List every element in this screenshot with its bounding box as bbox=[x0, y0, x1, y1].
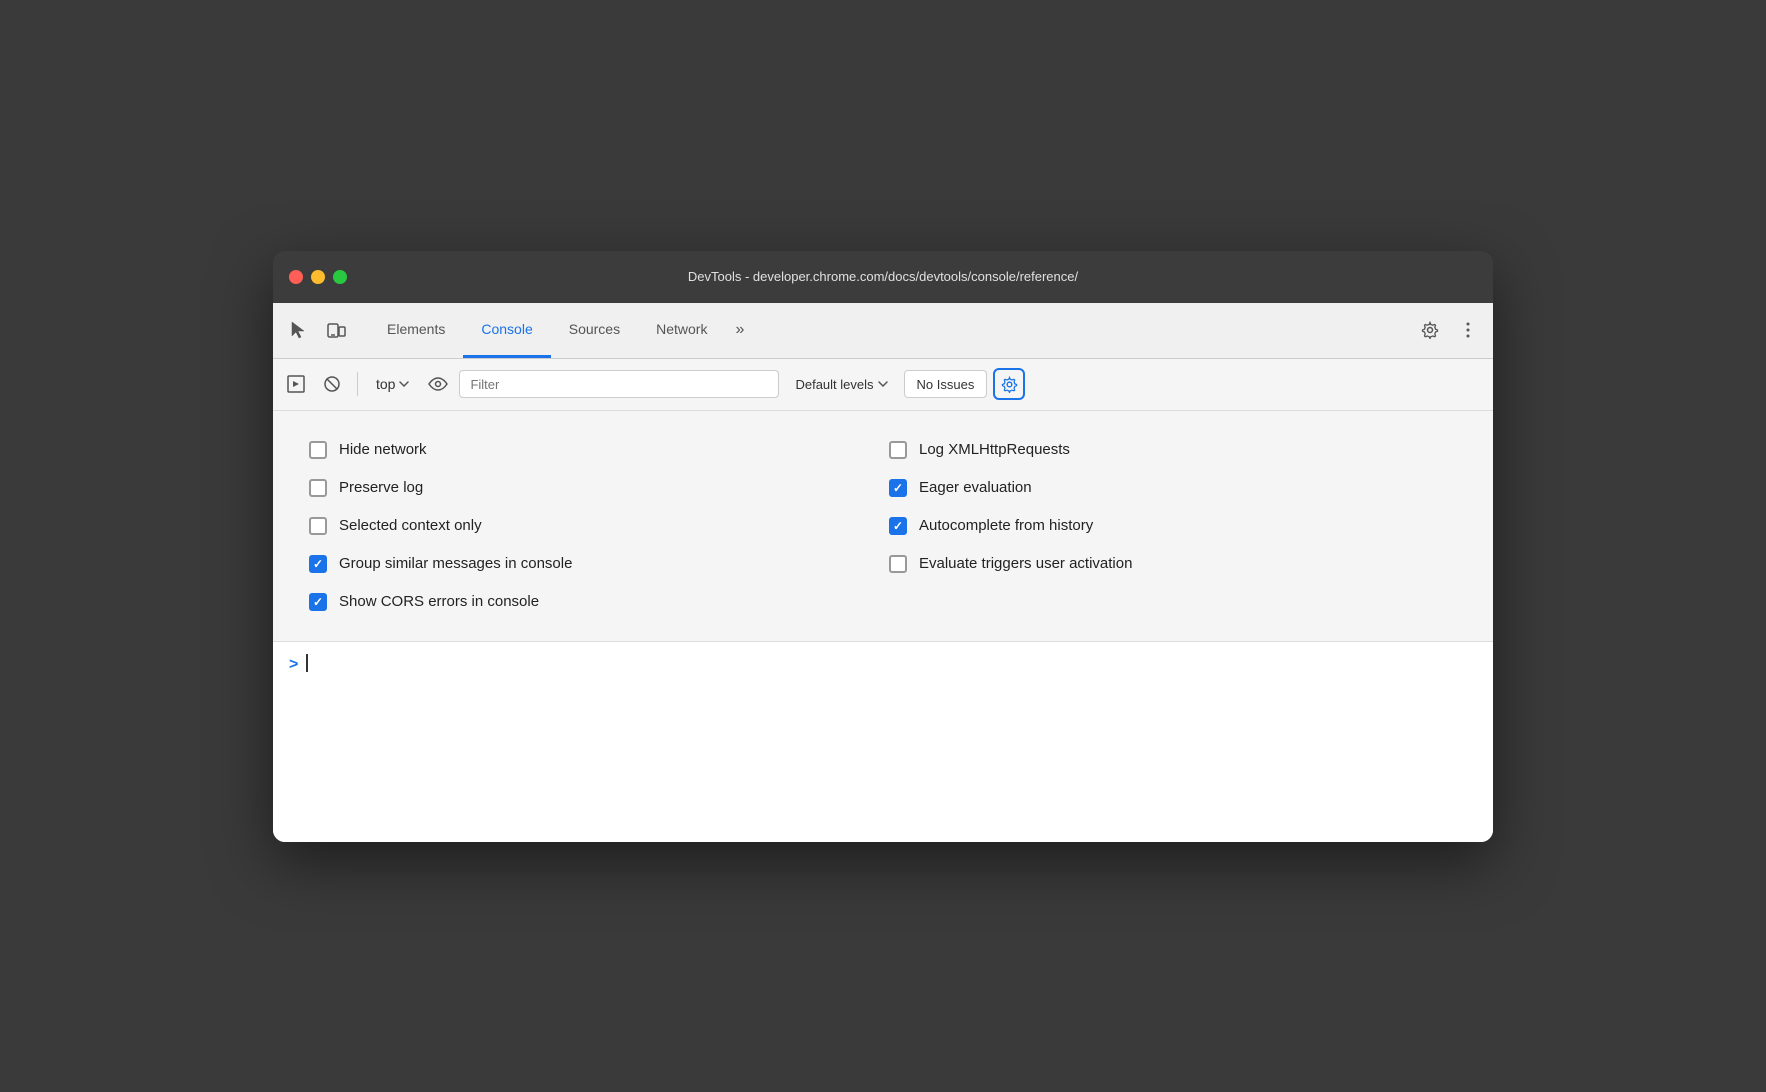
checkbox-group-similar[interactable]: Group similar messages in console bbox=[303, 545, 883, 583]
checkbox-evaluate-triggers[interactable]: Evaluate triggers user activation bbox=[883, 545, 1463, 583]
levels-label: Default levels bbox=[795, 377, 873, 392]
chevron-down-icon bbox=[399, 381, 409, 387]
tab-more-button[interactable]: » bbox=[725, 302, 754, 358]
show-drawer-button[interactable] bbox=[281, 369, 311, 399]
tab-console[interactable]: Console bbox=[463, 302, 550, 358]
gear-icon bbox=[1421, 321, 1439, 339]
tab-bar: Elements Console Sources Network » bbox=[273, 303, 1493, 359]
maximize-button[interactable] bbox=[333, 270, 347, 284]
device-toolbar-button[interactable] bbox=[319, 313, 353, 347]
cursor-icon bbox=[288, 320, 308, 340]
filter-input[interactable] bbox=[459, 370, 779, 398]
checkbox-selected-context[interactable]: Selected context only bbox=[303, 507, 883, 545]
checkbox-log-xmlhttp[interactable]: Log XMLHttpRequests bbox=[883, 431, 1463, 469]
label-autocomplete-history: Autocomplete from history bbox=[919, 517, 1093, 534]
cb-log-xmlhttp[interactable] bbox=[889, 441, 907, 459]
vertical-dots-icon bbox=[1459, 321, 1477, 339]
cb-eager-eval[interactable] bbox=[889, 479, 907, 497]
console-cursor bbox=[306, 654, 308, 672]
checkbox-show-cors[interactable]: Show CORS errors in console bbox=[303, 583, 883, 621]
log-levels-button[interactable]: Default levels bbox=[785, 369, 897, 399]
tab-bar-icons bbox=[281, 313, 353, 347]
label-eager-eval: Eager evaluation bbox=[919, 479, 1032, 496]
console-settings-button[interactable] bbox=[993, 368, 1025, 400]
checkbox-eager-eval[interactable]: Eager evaluation bbox=[883, 469, 1463, 507]
tab-sources[interactable]: Sources bbox=[551, 302, 638, 358]
label-hide-network: Hide network bbox=[339, 441, 427, 458]
drawer-icon bbox=[286, 374, 306, 394]
label-group-similar: Group similar messages in console bbox=[339, 555, 572, 572]
devtools-window: DevTools - developer.chrome.com/docs/dev… bbox=[273, 251, 1493, 842]
settings-col-left: Hide network Preserve log Selected conte… bbox=[303, 431, 883, 621]
checkbox-preserve-log[interactable]: Preserve log bbox=[303, 469, 883, 507]
label-show-cors: Show CORS errors in console bbox=[339, 593, 539, 610]
more-options-button[interactable] bbox=[1451, 313, 1485, 347]
titlebar: DevTools - developer.chrome.com/docs/dev… bbox=[273, 251, 1493, 303]
cb-preserve-log[interactable] bbox=[309, 479, 327, 497]
label-selected-context: Selected context only bbox=[339, 517, 482, 534]
traffic-lights bbox=[289, 270, 347, 284]
context-selector[interactable]: top bbox=[368, 369, 417, 399]
cb-hide-network[interactable] bbox=[309, 441, 327, 459]
checkbox-hide-network[interactable]: Hide network bbox=[303, 431, 883, 469]
toolbar-divider-1 bbox=[357, 372, 358, 396]
tab-bar-right bbox=[1413, 313, 1485, 347]
levels-chevron-icon bbox=[878, 381, 888, 387]
label-log-xmlhttp: Log XMLHttpRequests bbox=[919, 441, 1070, 458]
settings-active-gear-icon bbox=[1001, 376, 1018, 393]
eye-icon-button[interactable] bbox=[423, 369, 453, 399]
minimize-button[interactable] bbox=[311, 270, 325, 284]
context-value: top bbox=[376, 376, 395, 392]
cb-show-cors[interactable] bbox=[309, 593, 327, 611]
tab-network[interactable]: Network bbox=[638, 302, 725, 358]
cb-selected-context[interactable] bbox=[309, 517, 327, 535]
cb-group-similar[interactable] bbox=[309, 555, 327, 573]
inspect-element-button[interactable] bbox=[281, 313, 315, 347]
no-issues-button[interactable]: No Issues bbox=[904, 370, 988, 398]
settings-col-right: Log XMLHttpRequests Eager evaluation Aut… bbox=[883, 431, 1463, 621]
console-prompt: > bbox=[289, 656, 298, 674]
close-button[interactable] bbox=[289, 270, 303, 284]
tab-elements[interactable]: Elements bbox=[369, 302, 463, 358]
settings-grid: Hide network Preserve log Selected conte… bbox=[303, 431, 1463, 621]
device-icon bbox=[326, 320, 346, 340]
label-evaluate-triggers: Evaluate triggers user activation bbox=[919, 555, 1132, 572]
devtools-body: Elements Console Sources Network » bbox=[273, 303, 1493, 842]
tabs-container: Elements Console Sources Network » bbox=[369, 302, 1413, 358]
settings-panel: Hide network Preserve log Selected conte… bbox=[273, 411, 1493, 642]
console-area[interactable]: > bbox=[273, 642, 1493, 842]
cb-evaluate-triggers[interactable] bbox=[889, 555, 907, 573]
console-toolbar: top Default levels No Issues bbox=[273, 359, 1493, 411]
clear-console-button[interactable] bbox=[317, 369, 347, 399]
checkbox-autocomplete-history[interactable]: Autocomplete from history bbox=[883, 507, 1463, 545]
eye-icon bbox=[428, 377, 448, 391]
window-title: DevTools - developer.chrome.com/docs/dev… bbox=[688, 269, 1078, 284]
label-preserve-log: Preserve log bbox=[339, 479, 423, 496]
cb-autocomplete-history[interactable] bbox=[889, 517, 907, 535]
block-icon bbox=[322, 374, 342, 394]
settings-gear-button[interactable] bbox=[1413, 313, 1447, 347]
